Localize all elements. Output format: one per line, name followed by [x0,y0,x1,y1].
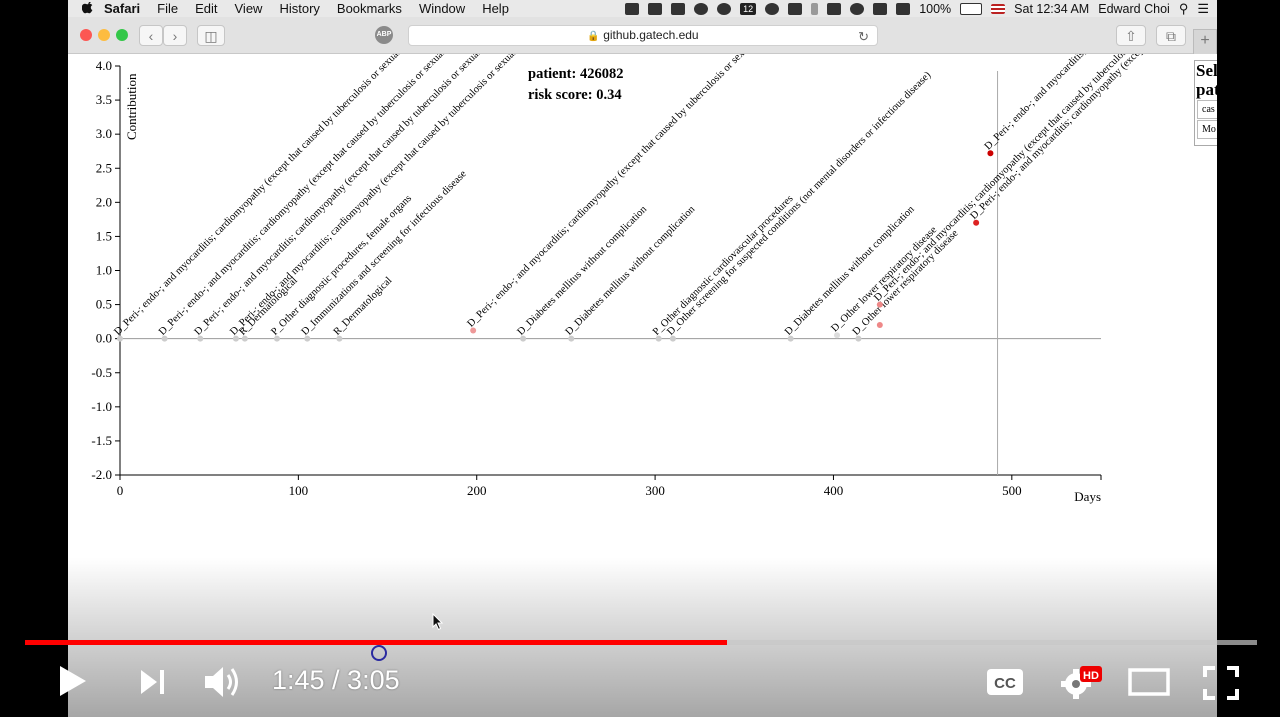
airplay-icon[interactable] [873,2,888,15]
menu-history[interactable]: History [279,1,319,16]
captions-button[interactable]: CC [986,668,1024,696]
close-window-icon[interactable] [80,29,92,41]
click-indicator-icon [371,645,387,661]
wifi-icon[interactable] [850,2,865,15]
data-point [876,322,883,329]
cloud-icon[interactable] [765,2,780,15]
menu-file[interactable]: File [157,1,178,16]
fullscreen-button[interactable] [1203,666,1239,700]
contribution-chart: 4.0 3.5 3.0 2.5 2.0 1.5 1.0 0.5 0.0 -0.5 -1.0 -1.5 -… [91,54,1168,504]
back-button[interactable]: ‹ [139,25,163,46]
browser-toolbar: ‹ › ◫ ABP 🔒 github.gatech.edu ↻ ⇧ ⧉ + [68,17,1217,55]
reload-icon[interactable]: ↻ [858,27,869,46]
zoom-window-icon[interactable] [116,29,128,41]
lock-icon: 🔒 [587,31,600,42]
y-tick-label: 2.0 [96,194,112,209]
next-button[interactable] [139,668,167,696]
video-progress-bar[interactable] [25,640,1257,645]
calendar-badge[interactable]: 12 [740,2,757,15]
data-point-label: P_Other diagnostic procedures, female or… [269,193,414,338]
adblock-icon[interactable]: ABP [375,26,393,44]
address-text: github.gatech.edu [603,28,699,42]
volume-button[interactable] [203,664,243,700]
telegram-icon[interactable] [717,2,732,15]
menu-bookmarks[interactable]: Bookmarks [337,1,402,16]
y-tick-label: 1.5 [96,228,112,243]
clock[interactable]: Sat 12:34 AM [1014,2,1089,16]
minimize-window-icon[interactable] [98,29,110,41]
apple-icon[interactable] [82,2,94,15]
data-point-label: P_Other diagnostic cardiovascular proced… [651,193,795,337]
x-axis-label: Days [1074,489,1101,504]
address-bar[interactable]: 🔒 github.gatech.edu ↻ [408,25,878,46]
forward-button[interactable]: › [163,25,187,46]
sidebar-button[interactable]: ◫ [197,25,225,46]
patient-select-panel: Selc pati cas Mo [1194,60,1217,146]
battery-percent: 100% [919,1,952,16]
x-tick-label: 500 [1002,483,1022,498]
share-button[interactable]: ⇧ [1116,25,1146,46]
new-tab-button[interactable]: + [1193,29,1217,55]
data-point-label: R_Dermatological [332,275,395,338]
settings-button[interactable]: HD [1060,664,1106,700]
download-icon[interactable] [671,2,686,15]
menu-view[interactable]: View [235,1,263,16]
y-tick-label: -1.0 [91,399,112,414]
spotlight-icon[interactable]: ⚲ [1179,1,1189,17]
x-tick-label: 0 [117,483,124,498]
x-tick-label: 200 [467,483,487,498]
dropbox-icon[interactable] [625,2,640,15]
x-tick-label: 300 [645,483,665,498]
us-flag-icon[interactable] [991,3,1006,14]
play-button[interactable] [58,664,88,698]
battery-status-icon[interactable] [827,2,842,15]
y-tick-label: 3.5 [96,92,112,107]
screen-frame: Safari File Edit View History Bookmarks … [68,0,1217,717]
x-tick-label: 400 [824,483,844,498]
status-area: 12 100% Sat 12:34 AM Edward Choi ⚲ ☰ [625,0,1209,17]
display-icon[interactable] [648,2,663,15]
select-option-case[interactable]: cas [1197,100,1217,119]
bluetooth-icon[interactable] [811,2,819,15]
data-point-label: D_Immunizations and screening for infect… [300,168,469,337]
volume-icon[interactable] [896,2,911,15]
select-panel-title: Selc pati [1196,61,1217,99]
list-icon[interactable]: ☰ [1197,1,1209,17]
y-tick-label: 0.5 [96,297,112,312]
y-tick-label: 1.0 [96,263,112,278]
y-tick-label: -1.5 [91,433,112,448]
select-option-mo[interactable]: Mo [1197,120,1217,139]
y-tick-label: -0.5 [91,365,112,380]
y-tick-label: 0.0 [96,331,112,346]
user-name[interactable]: Edward Choi [1098,2,1170,16]
y-tick-label: -2.0 [91,467,112,482]
battery-icon[interactable] [960,2,983,15]
menu-edit[interactable]: Edit [195,1,217,16]
toggle-icon[interactable] [788,2,803,15]
data-point-label: D_Other lower respiratory disease [851,228,961,338]
mac-menubar: Safari File Edit View History Bookmarks … [68,0,1217,17]
hd-badge: HD [1083,670,1099,682]
x-tick-label: 100 [289,483,309,498]
captions-label: CC [994,675,1016,692]
menu-help[interactable]: Help [482,1,509,16]
chat-icon[interactable] [694,2,709,15]
video-time: 1:45 / 3:05 [272,665,400,695]
y-tick-label: 3.0 [96,126,112,141]
tabs-button[interactable]: ⧉ [1156,25,1186,46]
y-tick-label: 4.0 [96,58,112,73]
theater-mode-button[interactable] [1128,668,1170,696]
menu-window[interactable]: Window [419,1,465,16]
mouse-pointer-icon [432,612,444,636]
menu-app-safari[interactable]: Safari [104,1,140,16]
y-tick-label: 2.5 [96,160,112,175]
y-axis-label: Contribution [124,73,139,140]
